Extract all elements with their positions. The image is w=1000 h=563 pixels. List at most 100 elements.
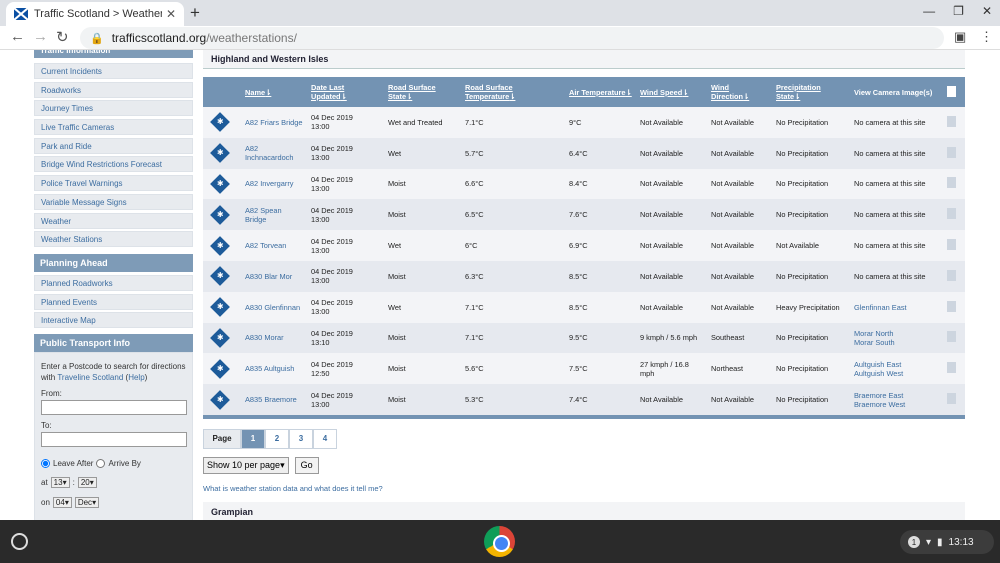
header-road-temp[interactable]: Road Surface Temperature⇂ (461, 77, 565, 107)
sidebar-item-current-incidents[interactable]: Current Incidents (34, 63, 193, 79)
station-name-link[interactable]: A835 Aultguish (241, 353, 307, 384)
per-page-select[interactable]: Show 10 per page▾ (203, 456, 289, 474)
leave-after-radio[interactable] (41, 458, 50, 468)
day-select[interactable]: 04▾ (52, 496, 72, 508)
station-name-link[interactable]: A830 Glenfinnan (241, 292, 307, 323)
camera-link-2[interactable]: Aultguish West (854, 369, 933, 378)
date-value: 04 Dec 2019 (311, 328, 353, 338)
camera-cell: Glenfinnan East (850, 292, 937, 323)
sidebar-item-bridge-wind-restrictions-forecast[interactable]: Bridge Wind Restrictions Forecast (34, 156, 193, 173)
station-name-link[interactable]: A835 Braemore (241, 384, 307, 415)
camera-cell: No camera at this site (850, 199, 937, 230)
sidebar-item-live-traffic-cameras[interactable]: Live Traffic Cameras (34, 119, 193, 136)
go-button[interactable]: Go (294, 456, 319, 474)
page-1-button[interactable]: 1 (241, 428, 265, 449)
close-tab-icon[interactable]: ✕ (166, 7, 176, 21)
road-temp-cell: 6°C (465, 241, 478, 251)
station-name-link[interactable]: A82 Torvean (241, 230, 307, 261)
close-window-icon[interactable]: ✕ (982, 4, 992, 18)
page-2-button[interactable]: 2 (265, 428, 289, 449)
restore-icon[interactable]: ❐ (953, 4, 964, 18)
sidebar-item-journey-times[interactable]: Journey Times (34, 100, 193, 117)
air-temp-cell: 7.4°C (569, 395, 588, 405)
sidebar-item-planned-events[interactable]: Planned Events (34, 293, 193, 310)
browser-tab[interactable]: Traffic Scotland > Weather Statio ✕ (6, 2, 184, 26)
header-air-temp[interactable]: Air Temperature⇂ (565, 77, 636, 107)
status-tray[interactable]: 1 ▾ ▮ 13:13 (900, 530, 994, 554)
traveline-link[interactable]: Traveline Scotland (57, 373, 123, 382)
header-wind-speed[interactable]: Wind Speed⇂ (636, 77, 707, 107)
back-arrow-icon[interactable]: ← (10, 28, 25, 45)
station-name-link[interactable]: A82 Spean Bridge (241, 199, 307, 230)
bookmark-icon[interactable] (946, 208, 956, 220)
camera-cell: No camera at this site (850, 138, 937, 169)
bookmark-cell (937, 107, 965, 138)
camera-link[interactable]: Glenfinnan East (854, 303, 933, 312)
bookmark-icon[interactable] (946, 300, 956, 312)
station-name-link[interactable]: A82 Inchnacardoch (241, 138, 307, 169)
from-field[interactable] (41, 399, 187, 415)
camera-link[interactable]: Morar North (854, 329, 933, 338)
tab-title: Traffic Scotland > Weather Statio (34, 8, 162, 20)
bookmark-icon[interactable] (946, 115, 956, 127)
wind-dir-cell: Not Available (711, 148, 755, 158)
header-road-state[interactable]: Road Surface State⇂ (384, 77, 461, 107)
weather-data-info-link[interactable]: What is weather station data and what do… (203, 484, 965, 493)
sidebar-item-interactive-map[interactable]: Interactive Map (34, 312, 193, 329)
sidebar-item-weather-stations[interactable]: Weather Stations (34, 231, 193, 248)
precip-cell: No Precipitation (776, 364, 829, 374)
camera-link[interactable]: Aultguish East (854, 360, 933, 369)
page-4-button[interactable]: 4 (313, 428, 337, 449)
camera-link[interactable]: Braemore East (854, 391, 933, 400)
station-name-link[interactable]: A82 Invergarry (241, 169, 307, 200)
page-3-button[interactable]: 3 (289, 428, 313, 449)
camera-link-2[interactable]: Morar South (854, 338, 933, 347)
sort-arrow-icon: ⇂ (682, 87, 689, 97)
public-transport-heading: Public Transport Info (34, 333, 193, 352)
to-field[interactable] (41, 431, 187, 447)
launcher-icon[interactable] (11, 533, 28, 550)
new-tab-icon[interactable]: + (190, 3, 200, 23)
minute-select[interactable]: 20▾ (77, 476, 97, 488)
reload-icon[interactable]: ↻ (56, 28, 69, 46)
url-input[interactable]: 🔒 trafficscotland.org/weatherstations/ (80, 27, 944, 49)
bookmark-icon[interactable] (946, 177, 956, 189)
leave-after-label: Leave After (53, 458, 94, 468)
header-bookmark[interactable] (937, 77, 965, 107)
help-link[interactable]: Help (128, 373, 144, 382)
header-name[interactable]: Name⇂ (241, 77, 307, 107)
sidebar-item-variable-message-signs[interactable]: Variable Message Signs (34, 193, 193, 210)
forward-arrow-icon[interactable]: → (33, 28, 48, 45)
minimize-icon[interactable]: — (923, 4, 935, 18)
air-temp-cell: 9.5°C (569, 333, 588, 343)
header-date[interactable]: Date Last Updated⇂ (307, 77, 384, 107)
bookmark-icon[interactable] (946, 331, 956, 343)
account-icon[interactable]: ▣ (954, 29, 966, 45)
menu-kebab-icon[interactable]: ⋮ (980, 29, 993, 45)
table-bottom-bar (203, 414, 965, 419)
sidebar-item-weather[interactable]: Weather (34, 212, 193, 229)
bookmark-icon[interactable] (946, 362, 956, 374)
sidebar-item-police-travel-warnings[interactable]: Police Travel Warnings (34, 175, 193, 192)
sidebar-item-planned-roadworks[interactable]: Planned Roadworks (34, 274, 193, 291)
bookmark-icon[interactable] (946, 239, 956, 251)
sidebar-item-roadworks[interactable]: Roadworks (34, 81, 193, 98)
weather-station-icon: ✱ (210, 112, 230, 133)
sidebar-item-park-and-ride[interactable]: Park and Ride (34, 137, 193, 154)
hour-select[interactable]: 13▾ (50, 476, 70, 488)
station-name-link[interactable]: A830 Blar Mor (241, 261, 307, 292)
header-precip[interactable]: Precipitation State⇂ (772, 77, 850, 107)
bookmark-icon[interactable] (946, 146, 956, 158)
header-wind-dir[interactable]: Wind Direction⇂ (707, 77, 772, 107)
camera-cell: Braemore East Braemore West (850, 384, 937, 415)
station-icon-cell: ✱ (203, 353, 241, 384)
station-name-link[interactable]: A830 Morar (241, 323, 307, 354)
bookmark-icon[interactable] (946, 269, 956, 281)
road-state-cell: Moist (388, 364, 406, 374)
month-select[interactable]: Dec▾ (74, 496, 100, 508)
bookmark-icon[interactable] (946, 393, 956, 405)
station-name-link[interactable]: A82 Friars Bridge (241, 107, 307, 138)
arrive-by-radio[interactable] (96, 458, 106, 468)
chrome-icon[interactable] (484, 526, 515, 557)
camera-link-2[interactable]: Braemore West (854, 400, 933, 409)
